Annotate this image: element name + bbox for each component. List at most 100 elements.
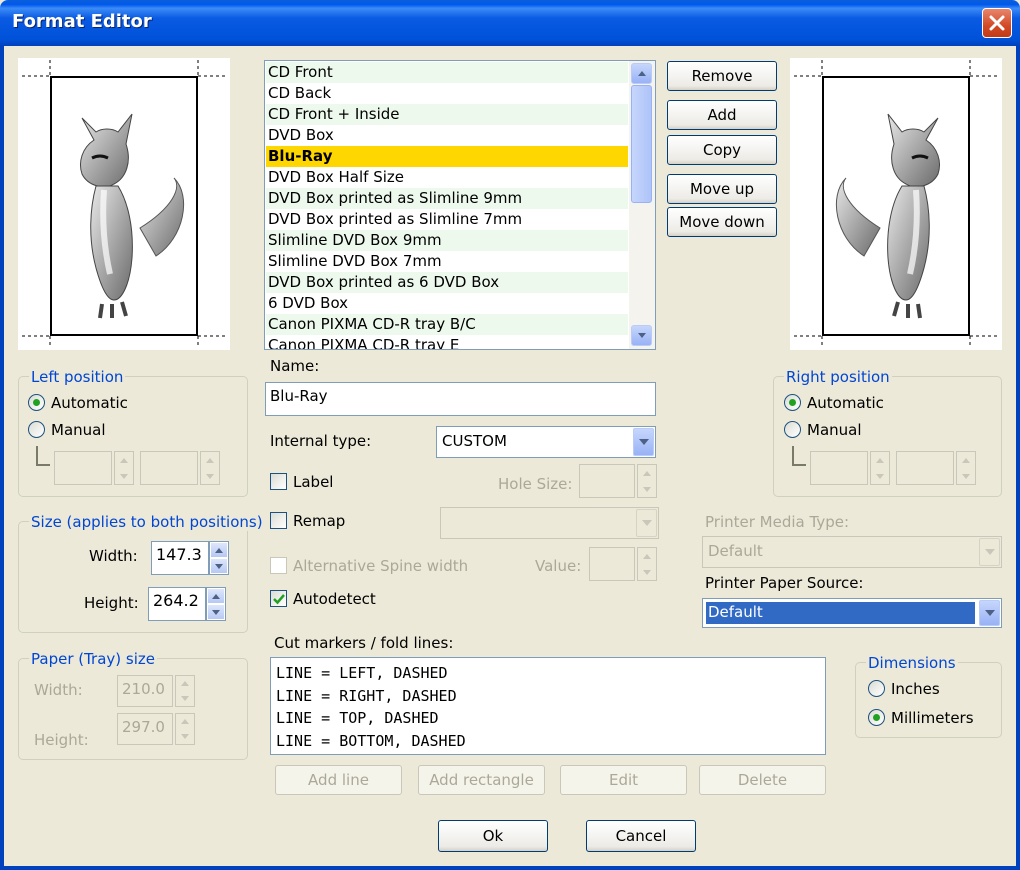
- size-legend: Size (applies to both positions): [29, 513, 265, 531]
- inches-radio[interactable]: [868, 680, 885, 697]
- ok-button[interactable]: Ok: [438, 820, 548, 852]
- format-list-item[interactable]: DVD Box printed as 6 DVD Box: [266, 272, 628, 293]
- spine-value-stepper[interactable]: [637, 547, 657, 581]
- format-list-item[interactable]: DVD Box printed as Slimline 7mm: [266, 209, 628, 230]
- format-list-item[interactable]: CD Front + Inside: [266, 104, 628, 125]
- cut-markers-label: Cut markers / fold lines:: [274, 634, 454, 652]
- checkmark-icon: [273, 594, 285, 605]
- format-list-item[interactable]: CD Back: [266, 83, 628, 104]
- preview-page: [822, 76, 970, 336]
- left-preview: [18, 58, 230, 350]
- scroll-thumb[interactable]: [631, 85, 652, 203]
- paper-width-field[interactable]: 210.0: [117, 675, 173, 707]
- remap-select[interactable]: [440, 507, 659, 539]
- preview-page: [50, 76, 198, 336]
- printer-paper-source-select[interactable]: Default: [702, 598, 1002, 628]
- height-stepper[interactable]: [206, 587, 226, 621]
- edit-button[interactable]: Edit: [560, 765, 687, 795]
- window-frame-right: [1016, 46, 1020, 870]
- format-list-item[interactable]: Slimline DVD Box 9mm: [266, 230, 628, 251]
- window-title: Format Editor: [12, 11, 152, 32]
- add-button[interactable]: Add: [667, 100, 777, 130]
- cut-line: LINE = TOP, DASHED: [276, 709, 439, 727]
- delete-button[interactable]: Delete: [699, 765, 826, 795]
- height-field[interactable]: 264.2: [148, 587, 206, 621]
- width-field[interactable]: 147.3: [151, 541, 209, 575]
- millimeters-radio[interactable]: [868, 709, 885, 726]
- paper-width-stepper[interactable]: [175, 675, 195, 707]
- remap-checkbox-label: Remap: [293, 512, 346, 530]
- format-list[interactable]: CD Front CD Back CD Front + Inside DVD Box B…: [264, 60, 656, 350]
- add-line-button[interactable]: Add line: [275, 765, 402, 795]
- scroll-up-button[interactable]: [631, 63, 652, 84]
- left-manual-radio[interactable]: [28, 421, 45, 438]
- format-list-item[interactable]: DVD Box: [266, 125, 628, 146]
- value-label: Value:: [535, 557, 582, 575]
- right-manual-y-stepper[interactable]: [956, 451, 976, 485]
- title-bar[interactable]: [0, 0, 1020, 46]
- chevron-down-icon: [641, 520, 652, 526]
- cancel-button[interactable]: Cancel: [586, 820, 696, 852]
- format-list-item[interactable]: 6 DVD Box: [266, 293, 628, 314]
- format-list-item[interactable]: Blu-Ray: [266, 146, 628, 167]
- label-checkbox[interactable]: [270, 473, 287, 490]
- hole-size-field[interactable]: [579, 464, 635, 498]
- right-manual-y-field[interactable]: [896, 451, 954, 485]
- add-rectangle-button[interactable]: Add rectangle: [418, 765, 545, 795]
- right-automatic-radio[interactable]: [784, 394, 801, 411]
- move-down-button[interactable]: Move down: [667, 207, 777, 237]
- dropdown-button[interactable]: [979, 538, 1000, 566]
- printer-media-type-value: Default: [708, 542, 763, 560]
- copy-button[interactable]: Copy: [667, 135, 777, 165]
- width-stepper[interactable]: [209, 541, 229, 575]
- spine-value-field[interactable]: [589, 547, 635, 581]
- chevron-up-icon: [637, 71, 646, 76]
- printer-media-type-select[interactable]: Default: [702, 536, 1002, 568]
- left-position-legend: Left position: [29, 368, 126, 386]
- list-scrollbar[interactable]: [629, 61, 655, 349]
- fox-mascot-icon: [80, 113, 185, 319]
- chevron-down-icon: [638, 439, 649, 445]
- dropdown-button[interactable]: [633, 428, 654, 456]
- format-list-item[interactable]: DVD Box printed as Slimline 9mm: [266, 188, 628, 209]
- format-list-item[interactable]: Slimline DVD Box 7mm: [266, 251, 628, 272]
- format-list-item[interactable]: CD Front: [266, 62, 628, 83]
- left-manual-y-field[interactable]: [140, 451, 198, 485]
- left-manual-x-field[interactable]: [54, 451, 112, 485]
- format-list-item[interactable]: Canon PIXMA CD-R tray E: [266, 335, 628, 349]
- width-label: Width:: [89, 547, 138, 565]
- format-list-item[interactable]: Canon PIXMA CD-R tray B/C: [266, 314, 628, 335]
- right-manual-x-stepper[interactable]: [870, 451, 890, 485]
- left-automatic-radio[interactable]: [28, 394, 45, 411]
- fox-mascot-icon: [835, 113, 940, 319]
- cut-markers-textarea[interactable]: LINE = LEFT, DASHED LINE = RIGHT, DASHED…: [270, 657, 826, 755]
- dimensions-legend: Dimensions: [866, 654, 958, 672]
- paper-height-stepper[interactable]: [175, 713, 195, 745]
- right-manual-radio[interactable]: [784, 421, 801, 438]
- paper-size-legend: Paper (Tray) size: [29, 650, 157, 668]
- cut-line: LINE = BOTTOM, DASHED: [276, 731, 466, 750]
- left-manual-y-stepper[interactable]: [200, 451, 220, 485]
- format-list-item[interactable]: DVD Box Half Size: [266, 167, 628, 188]
- scroll-down-button[interactable]: [631, 325, 652, 346]
- close-icon: [989, 15, 1005, 31]
- remap-checkbox[interactable]: [270, 512, 287, 529]
- name-field[interactable]: Blu-Ray: [265, 382, 656, 416]
- chevron-down-icon: [984, 610, 995, 616]
- alt-spine-checkbox[interactable]: [270, 557, 287, 574]
- dropdown-button[interactable]: [636, 509, 657, 537]
- internal-type-select[interactable]: CUSTOM: [436, 426, 656, 458]
- right-manual-x-field[interactable]: [810, 451, 868, 485]
- left-manual-label: Manual: [51, 421, 106, 439]
- paper-height-field[interactable]: 297.0: [117, 713, 173, 745]
- move-up-button[interactable]: Move up: [667, 174, 777, 204]
- dropdown-button[interactable]: [979, 600, 1000, 626]
- autodetect-checkbox[interactable]: [270, 590, 287, 607]
- hole-size-stepper[interactable]: [637, 464, 657, 498]
- right-preview: [790, 58, 1002, 350]
- left-manual-x-stepper[interactable]: [114, 451, 134, 485]
- paper-height-label: Height:: [34, 731, 89, 749]
- millimeters-label: Millimeters: [891, 709, 974, 727]
- remove-button[interactable]: Remove: [667, 61, 777, 91]
- close-button[interactable]: [982, 8, 1012, 38]
